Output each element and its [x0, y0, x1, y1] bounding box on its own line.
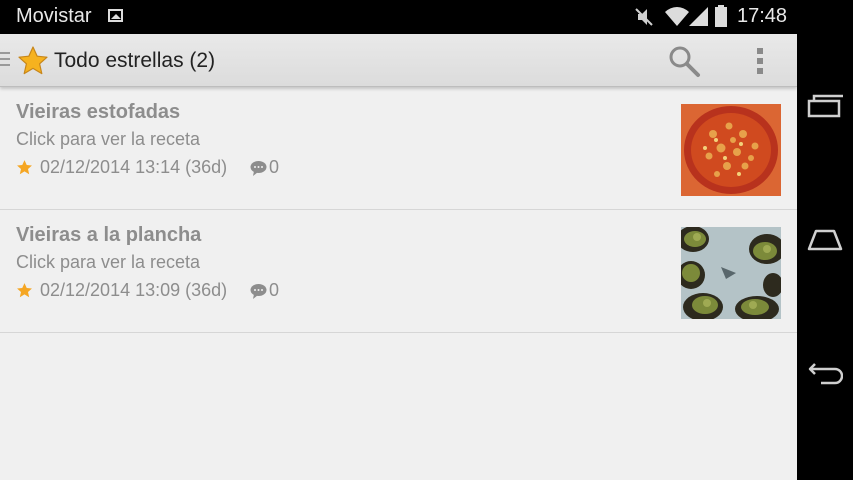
search-icon[interactable] [666, 44, 702, 78]
item-subtitle: Click para ver la receta [16, 252, 201, 272]
recent-apps-icon[interactable] [807, 92, 843, 120]
grilled-scallops-photo [681, 227, 781, 319]
item-subtitle: Click para ver la receta [16, 129, 201, 149]
item-title: Vieiras a la plancha [16, 224, 202, 246]
item-title: Vieiras estofadas [16, 101, 181, 123]
battery-icon [715, 5, 727, 27]
drawer-indicator-icon[interactable] [0, 52, 10, 70]
home-icon[interactable] [807, 225, 843, 253]
item-date: 02/12/2014 13:14 (36d) [40, 157, 228, 177]
stew-photo [681, 104, 781, 196]
page-title: Todo estrellas (2) [54, 49, 216, 72]
status-bar: Movistar 17:48 [0, 0, 797, 34]
gallery-icon [108, 9, 123, 22]
star-icon [17, 160, 32, 175]
navigation-bar [797, 0, 853, 480]
comment-icon [250, 284, 267, 299]
comment-count: 0 [269, 280, 280, 300]
carrier-name: Movistar [16, 5, 92, 27]
clock: 17:48 [737, 5, 788, 27]
back-icon[interactable] [807, 358, 843, 386]
list-item[interactable]: Vieiras a la plancha Click para ver la r… [0, 210, 797, 333]
comment-icon [250, 161, 267, 176]
recipe-list: Vieiras estofadas Click para ver la rece… [0, 87, 797, 333]
action-bar: Todo estrellas (2) [0, 34, 797, 87]
item-date: 02/12/2014 13:09 (36d) [40, 280, 228, 300]
signal-icon [689, 7, 708, 26]
comment-count: 0 [269, 157, 280, 177]
list-item[interactable]: Vieiras estofadas Click para ver la rece… [0, 87, 797, 210]
star-icon[interactable] [17, 45, 49, 77]
overflow-menu-icon[interactable] [748, 46, 772, 76]
mute-icon [635, 8, 653, 26]
app-window: Todo estrellas (2) Vieiras estofadas Cli… [0, 34, 797, 480]
star-icon [17, 283, 32, 298]
